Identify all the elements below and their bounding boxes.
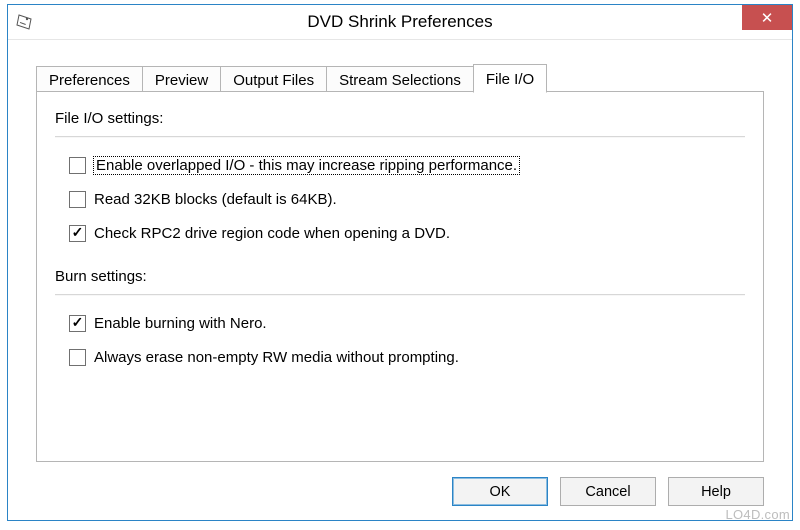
tab-label: Preview <box>155 72 208 89</box>
stage: DVD Shrink Preferences ✕ Preferences Pre… <box>0 0 800 530</box>
divider <box>55 136 745 138</box>
tab-file-io[interactable]: File I/O <box>473 64 547 93</box>
tab-label: Preferences <box>49 72 130 89</box>
divider <box>55 294 745 296</box>
checkbox-row-read-32kb[interactable]: Read 32KB blocks (default is 64KB). <box>69 188 337 210</box>
checkbox-check-rpc2[interactable] <box>69 225 86 242</box>
cancel-button[interactable]: Cancel <box>560 477 656 506</box>
checkbox-overlapped-io[interactable] <box>69 157 86 174</box>
app-icon <box>16 13 34 31</box>
checkbox-read-32kb[interactable] <box>69 191 86 208</box>
tab-label: Output Files <box>233 72 314 89</box>
tab-panel-file-io: File I/O settings: Enable overlapped I/O… <box>36 91 764 462</box>
checkbox-enable-nero[interactable] <box>69 315 86 332</box>
checkbox-label-read-32kb[interactable]: Read 32KB blocks (default is 64KB). <box>94 191 337 208</box>
button-label: Cancel <box>585 484 630 500</box>
checkbox-label-check-rpc2[interactable]: Check RPC2 drive region code when openin… <box>94 225 450 242</box>
checkbox-row-overlapped-io[interactable]: Enable overlapped I/O - this may increas… <box>69 154 519 176</box>
tab-strip: Preferences Preview Output Files Stream … <box>36 61 766 92</box>
checkbox-row-check-rpc2[interactable]: Check RPC2 drive region code when openin… <box>69 222 450 244</box>
close-button[interactable]: ✕ <box>742 5 792 30</box>
close-icon: ✕ <box>761 9 774 27</box>
button-bar: OK Cancel Help <box>452 477 764 506</box>
preferences-window: DVD Shrink Preferences ✕ Preferences Pre… <box>7 4 793 521</box>
title-bar[interactable]: DVD Shrink Preferences ✕ <box>8 5 792 40</box>
tab-label: Stream Selections <box>339 72 461 89</box>
checkbox-row-always-erase[interactable]: Always erase non-empty RW media without … <box>69 346 459 368</box>
help-button[interactable]: Help <box>668 477 764 506</box>
tab-preferences[interactable]: Preferences <box>36 66 143 93</box>
tab-preview[interactable]: Preview <box>142 66 221 93</box>
checkbox-always-erase[interactable] <box>69 349 86 366</box>
window-title: DVD Shrink Preferences <box>307 12 492 32</box>
section-heading-file-io: File I/O settings: <box>55 110 163 127</box>
checkbox-label-always-erase[interactable]: Always erase non-empty RW media without … <box>94 349 459 366</box>
checkbox-label-overlapped-io[interactable]: Enable overlapped I/O - this may increas… <box>94 157 519 174</box>
tab-stream-selections[interactable]: Stream Selections <box>326 66 474 93</box>
button-label: Help <box>701 484 731 500</box>
checkbox-row-enable-nero[interactable]: Enable burning with Nero. <box>69 312 267 334</box>
tab-label: File I/O <box>486 71 534 88</box>
client-area: Preferences Preview Output Files Stream … <box>8 40 792 520</box>
button-label: OK <box>490 484 511 500</box>
tab-output-files[interactable]: Output Files <box>220 66 327 93</box>
ok-button[interactable]: OK <box>452 477 548 506</box>
section-heading-burn: Burn settings: <box>55 268 147 285</box>
checkbox-label-enable-nero[interactable]: Enable burning with Nero. <box>94 315 267 332</box>
